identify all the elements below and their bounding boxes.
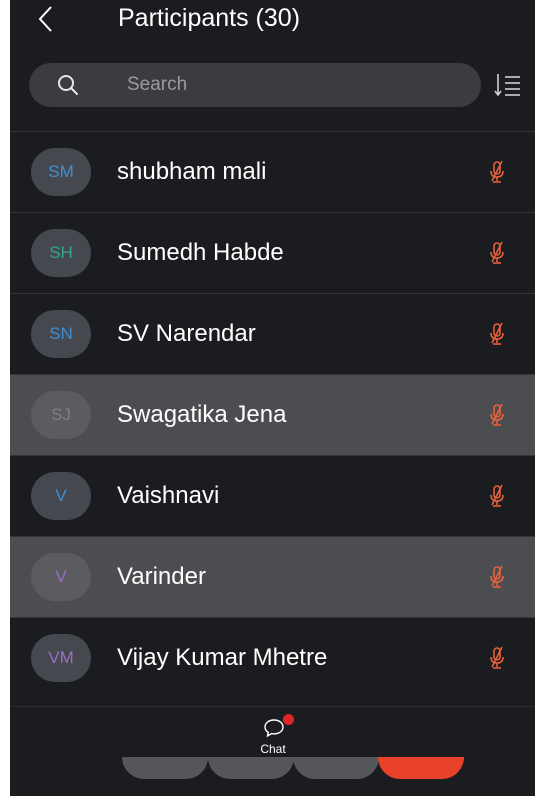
avatar: SJ xyxy=(31,391,91,439)
participant-name: shubham mali xyxy=(117,158,267,185)
muted-mic-icon[interactable] xyxy=(489,403,505,427)
avatar: SN xyxy=(31,310,91,358)
page-title: Participants (30) xyxy=(118,4,301,32)
participant-row[interactable]: SN SV Narendar xyxy=(10,293,535,374)
participant-name: Sumedh Habde xyxy=(117,239,284,266)
muted-mic-icon[interactable] xyxy=(489,241,505,265)
avatar: VM xyxy=(31,634,91,682)
muted-mic-icon[interactable] xyxy=(489,565,505,589)
search-icon xyxy=(58,75,78,95)
control-button-3[interactable] xyxy=(293,757,379,779)
chat-bubble-icon xyxy=(264,719,284,738)
participant-list: SM shubham mali SH Sumedh Habde SN SV Na… xyxy=(10,131,535,698)
chevron-left-icon xyxy=(38,6,52,32)
avatar: V xyxy=(31,472,91,520)
participant-row[interactable]: SH Sumedh Habde xyxy=(10,212,535,293)
participant-row[interactable]: V Vaishnavi xyxy=(10,455,535,536)
participant-row[interactable]: SJ Swagatika Jena xyxy=(10,374,535,455)
participant-row[interactable]: V Varinder xyxy=(10,536,535,617)
control-button-1[interactable] xyxy=(122,757,208,779)
unread-badge xyxy=(283,714,294,725)
search-input[interactable] xyxy=(127,63,457,107)
muted-mic-icon[interactable] xyxy=(489,646,505,670)
search-bar[interactable] xyxy=(29,63,481,107)
participants-screen: Participants (30) SM shubham mali xyxy=(10,0,535,796)
participant-row[interactable]: SM shubham mali xyxy=(10,131,535,212)
control-button-2[interactable] xyxy=(208,757,294,779)
back-button[interactable] xyxy=(32,2,62,36)
sort-icon[interactable] xyxy=(494,71,522,99)
avatar: SM xyxy=(31,148,91,196)
participant-name: SV Narendar xyxy=(117,320,256,347)
participant-name: Varinder xyxy=(117,563,206,590)
muted-mic-icon[interactable] xyxy=(489,160,505,184)
participant-row[interactable]: VM Vijay Kumar Mhetre xyxy=(10,617,535,698)
participant-name: Vijay Kumar Mhetre xyxy=(117,644,328,671)
leave-button[interactable] xyxy=(378,757,464,779)
avatar: V xyxy=(31,553,91,601)
muted-mic-icon[interactable] xyxy=(489,484,505,508)
participant-name: Vaishnavi xyxy=(117,482,220,509)
avatar: SH xyxy=(31,229,91,277)
chat-label: Chat xyxy=(260,742,286,756)
participant-name: Swagatika Jena xyxy=(117,401,287,428)
chat-button[interactable]: Chat xyxy=(248,714,298,760)
header: Participants (30) xyxy=(10,0,535,44)
muted-mic-icon[interactable] xyxy=(489,322,505,346)
bottom-bar: Chat xyxy=(10,706,535,796)
